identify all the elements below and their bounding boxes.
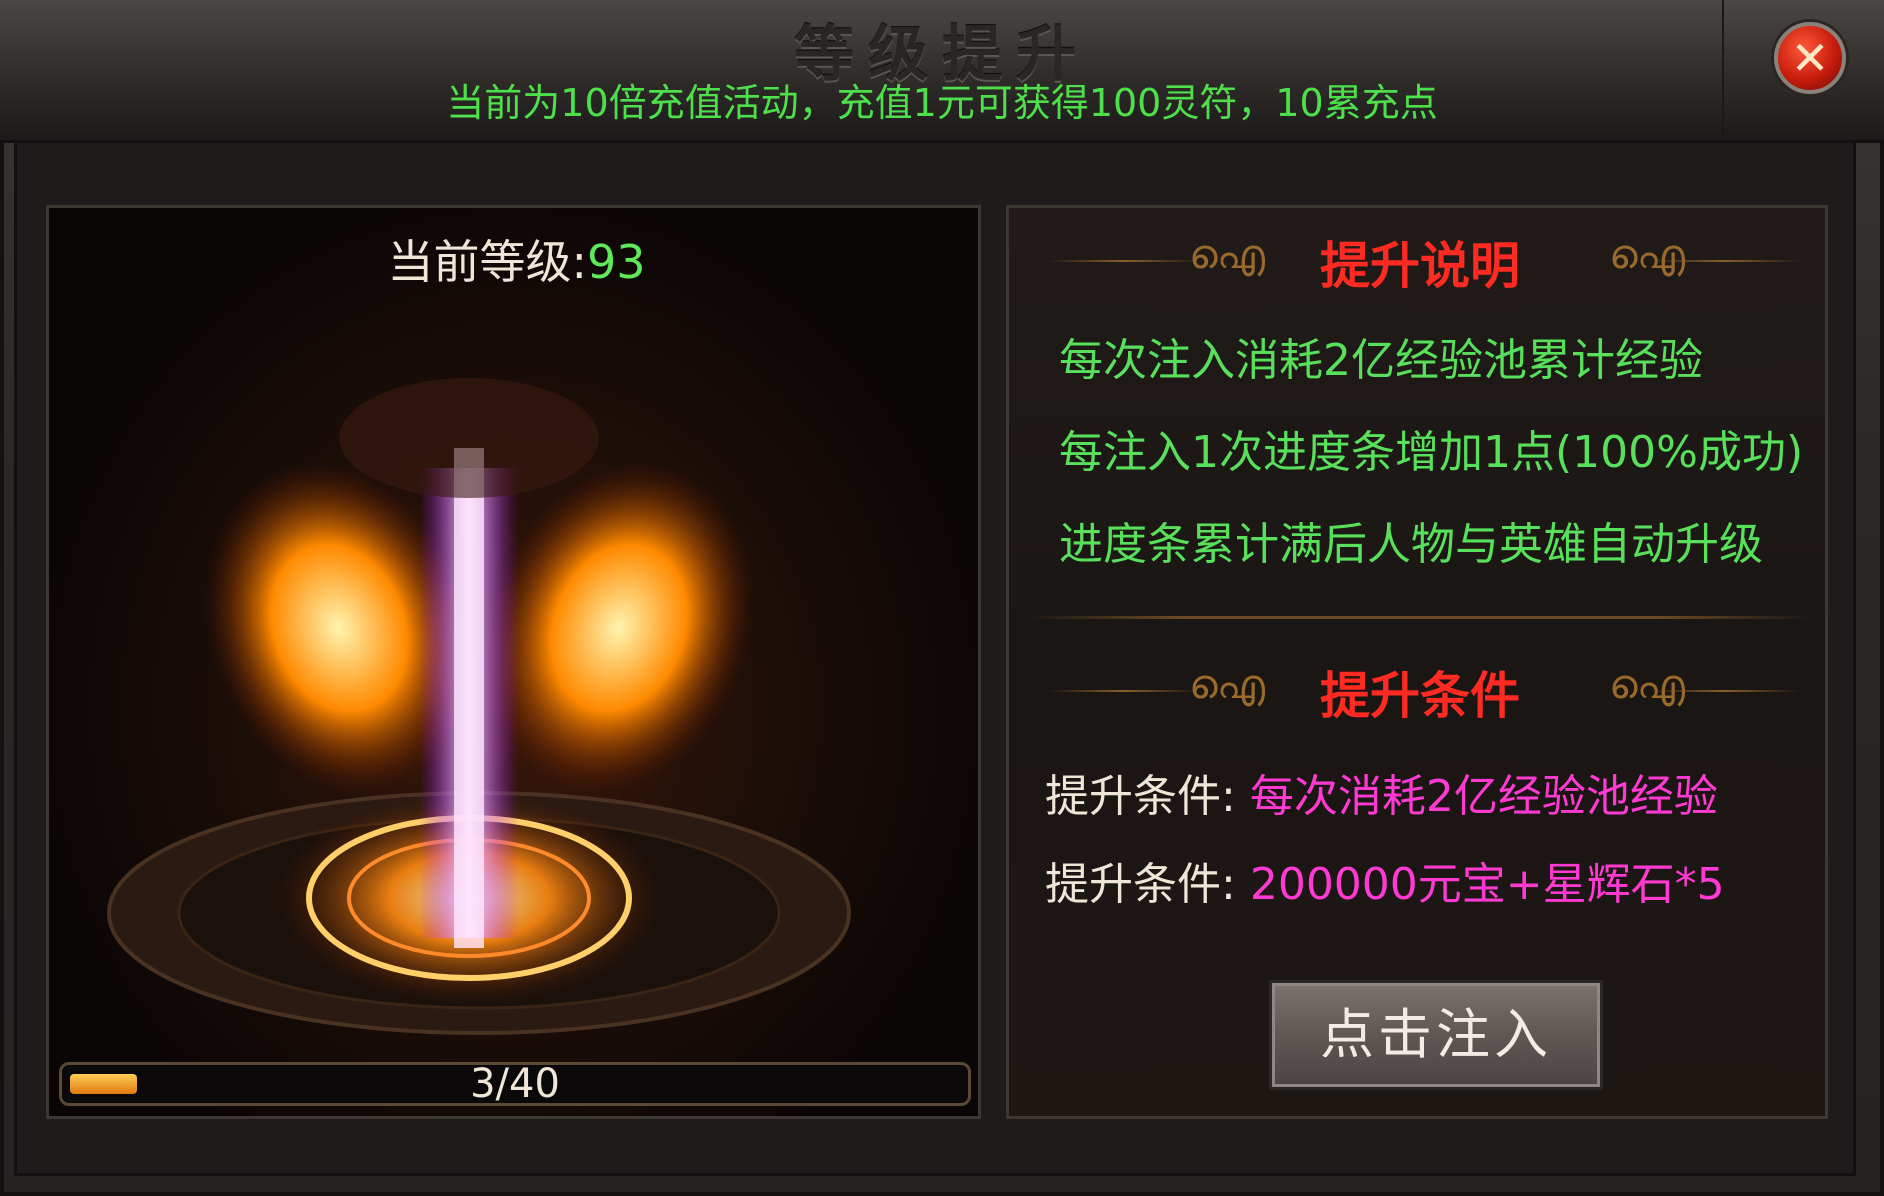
description-line: 每次注入消耗2亿经验池累计经验 [1059,335,1703,386]
close-icon[interactable]: ✕ [1774,22,1846,94]
magic-altar-image [107,378,851,1035]
section-divider [1025,616,1815,619]
condition-row: 提升条件: 200000元宝+星辉石*5 [1045,848,1725,912]
description-title: 提升说明 [1320,237,1520,295]
condition-value: 200000元宝+星辉石*5 [1249,859,1725,910]
progress-text: 3/40 [470,1061,560,1107]
swirl-ornament-icon: ഐ [1609,232,1686,278]
progress-bar: 3/40 [59,1062,971,1106]
level-value: 93 [586,235,646,289]
swirl-ornament-icon: ഐ [1609,662,1686,708]
level-label: 当前等级: [387,235,587,289]
description-line: 进度条累计满后人物与英雄自动升级 [1059,519,1763,570]
divider-ornament [1649,260,1799,262]
level-display-panel: 当前等级:93 3/40 [46,205,981,1119]
condition-value: 每次消耗2亿经验池经验 [1249,771,1718,822]
title-bar: 等级提升 当前为10倍充值活动，充值1元可获得100灵符，10累充点 ✕ [0,0,1884,143]
condition-label: 提升条件: [1045,771,1236,822]
conditions-title: 提升条件 [1320,667,1520,725]
condition-label: 提升条件: [1045,859,1236,910]
description-line: 每注入1次进度条增加1点(100%成功) [1059,427,1804,478]
recharge-notice: 当前为10倍充值活动，充值1元可获得100灵符，10累充点 [446,81,1438,125]
condition-row: 提升条件: 每次消耗2亿经验池经验 [1045,760,1718,824]
divider-ornament [1649,690,1799,692]
inject-button[interactable]: 点击注入 [1269,980,1603,1090]
current-level: 当前等级:93 [49,226,978,292]
info-panel: ഐ 提升说明 ഐ 每次注入消耗2亿经验池累计经验 每注入1次进度条增加1点(10… [1006,205,1828,1119]
